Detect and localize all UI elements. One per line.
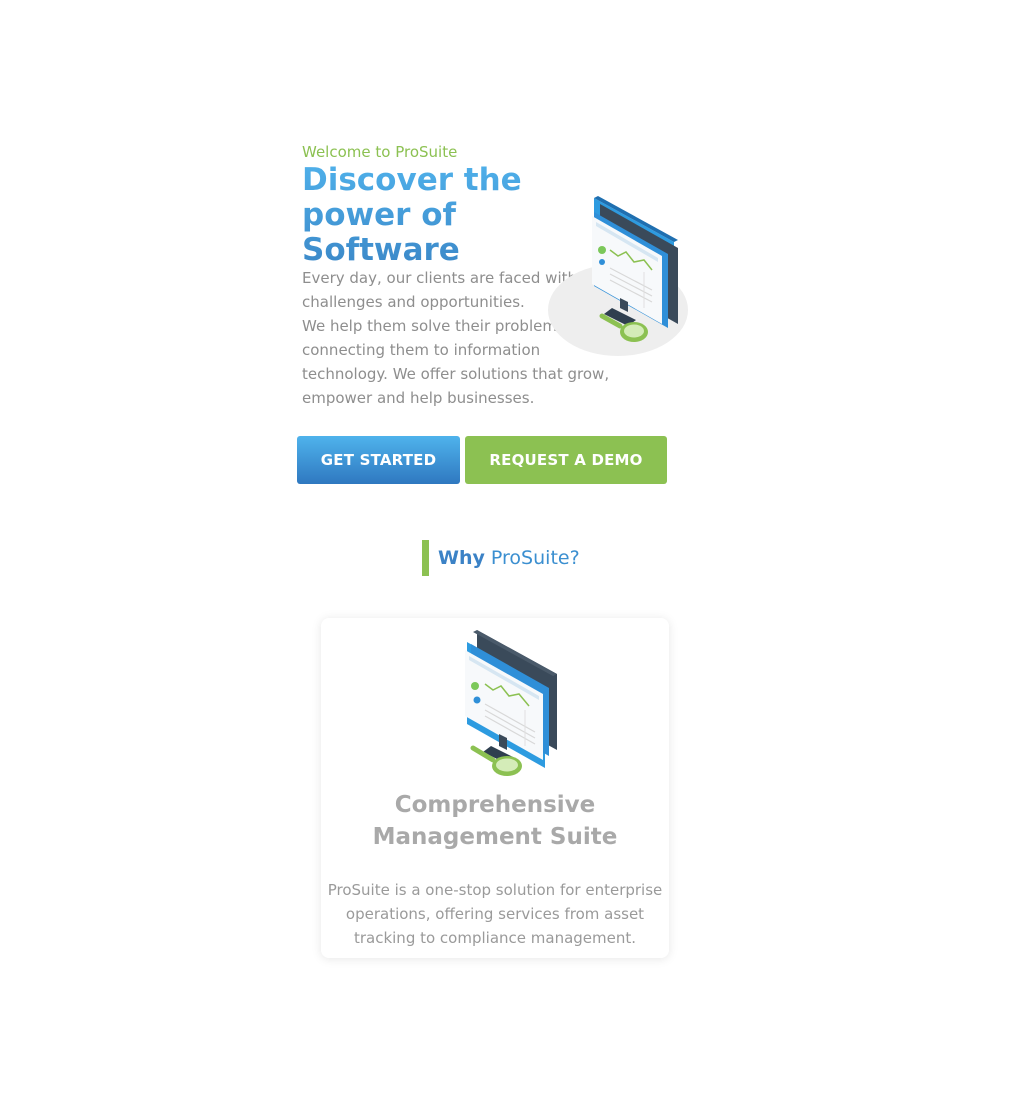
why-heading-strong: Why <box>438 547 485 569</box>
feature-card-title: Comprehensive Management Suite <box>372 792 618 850</box>
hero-eyebrow: Welcome to ProSuite <box>302 143 458 161</box>
why-heading-rest: ProSuite? <box>484 547 580 569</box>
hero-title: Discover the power of Software <box>302 163 552 268</box>
monitor-dashboard-magnifier-illustration <box>465 630 557 776</box>
page: Welcome to ProSuite Discover the power o… <box>0 0 1022 1103</box>
why-heading-text: Why ProSuite? <box>438 547 580 569</box>
heading-accent-bar <box>422 540 429 576</box>
request-demo-button[interactable]: REQUEST A DEMO <box>465 436 667 484</box>
feature-card-description: ProSuite is a one-stop solution for ente… <box>327 881 663 947</box>
monitor-dashboard-magnifier-illustration <box>548 196 688 356</box>
why-heading: Why ProSuite? <box>422 540 580 576</box>
feature-card: Comprehensive Management Suite ProSuite … <box>321 618 669 958</box>
get-started-button[interactable]: GET STARTED <box>297 436 460 484</box>
